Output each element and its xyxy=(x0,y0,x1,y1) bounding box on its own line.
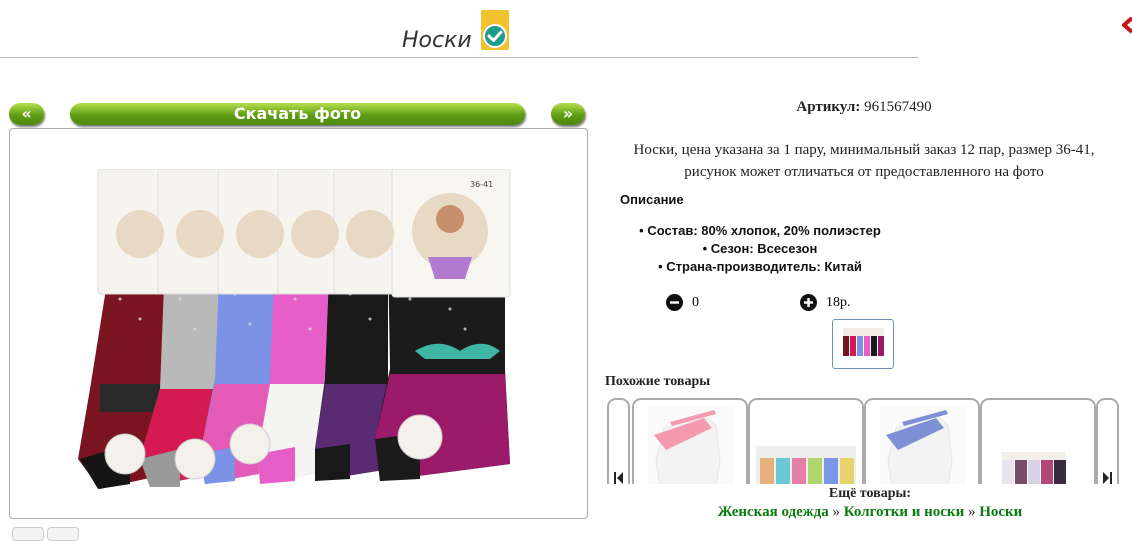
close-icon[interactable] xyxy=(1122,14,1132,36)
sku-line: Артикул: 961567490 xyxy=(604,99,1124,116)
breadcrumb-link[interactable]: Женская одежда xyxy=(718,504,829,520)
description-line: рисунок может отличаться от предоставлен… xyxy=(684,164,1044,180)
attribute-item: Состав: 80% хлопок, 20% полиэстер xyxy=(620,222,900,240)
prev-photo-button[interactable]: « xyxy=(9,103,44,125)
description-title: Описание xyxy=(620,192,684,207)
sku-label: Артикул: xyxy=(796,99,861,115)
similar-products-title: Похожие товары xyxy=(605,374,711,389)
breadcrumb-link[interactable]: Колготки и носки xyxy=(844,504,964,520)
increase-quantity-icon[interactable] xyxy=(800,294,817,311)
product-photo[interactable]: 36-41 xyxy=(70,169,530,499)
breadcrumb-separator: » xyxy=(828,504,844,520)
more-goods-title: Ещё товары: xyxy=(828,486,912,501)
quantity-value: 0 xyxy=(692,295,699,310)
decrease-quantity-icon[interactable] xyxy=(666,294,683,311)
page-control-stub[interactable] xyxy=(47,527,79,541)
next-photo-button[interactable]: » xyxy=(551,103,585,125)
verified-badge-icon xyxy=(481,10,509,50)
more-goods-panel: Ещё товары: Женская одежда » Колготки и … xyxy=(604,484,1132,533)
page-title: Носки xyxy=(402,28,472,53)
product-description: Носки, цена указана за 1 пару, минимальн… xyxy=(606,139,1122,183)
package-size-label: 36-41 xyxy=(470,180,493,189)
photo-thumbnail[interactable] xyxy=(832,319,894,369)
breadcrumb-separator: » xyxy=(964,504,980,520)
attribute-item: Сезон: Всесезон xyxy=(620,240,900,258)
product-photo-frame: 36-41 xyxy=(9,128,588,519)
price-value: 18р. xyxy=(826,295,851,310)
breadcrumb: Женская одежда » Колготки и носки » Носк… xyxy=(604,504,1132,521)
description-line: Носки, цена указана за 1 пару, минимальн… xyxy=(633,142,1095,158)
package-cards: 36-41 xyxy=(97,169,511,298)
download-photo-button[interactable]: Скачать фото xyxy=(70,103,525,125)
sku-value: 961567490 xyxy=(864,99,932,115)
attribute-item: Страна-производитель: Китай xyxy=(620,258,900,276)
thumbnail-image xyxy=(843,328,884,356)
breadcrumb-link[interactable]: Носки xyxy=(979,504,1022,520)
header-divider xyxy=(0,57,918,58)
attribute-list: Состав: 80% хлопок, 20% полиэстер Сезон:… xyxy=(620,222,900,276)
page-control-stub[interactable] xyxy=(12,527,44,541)
